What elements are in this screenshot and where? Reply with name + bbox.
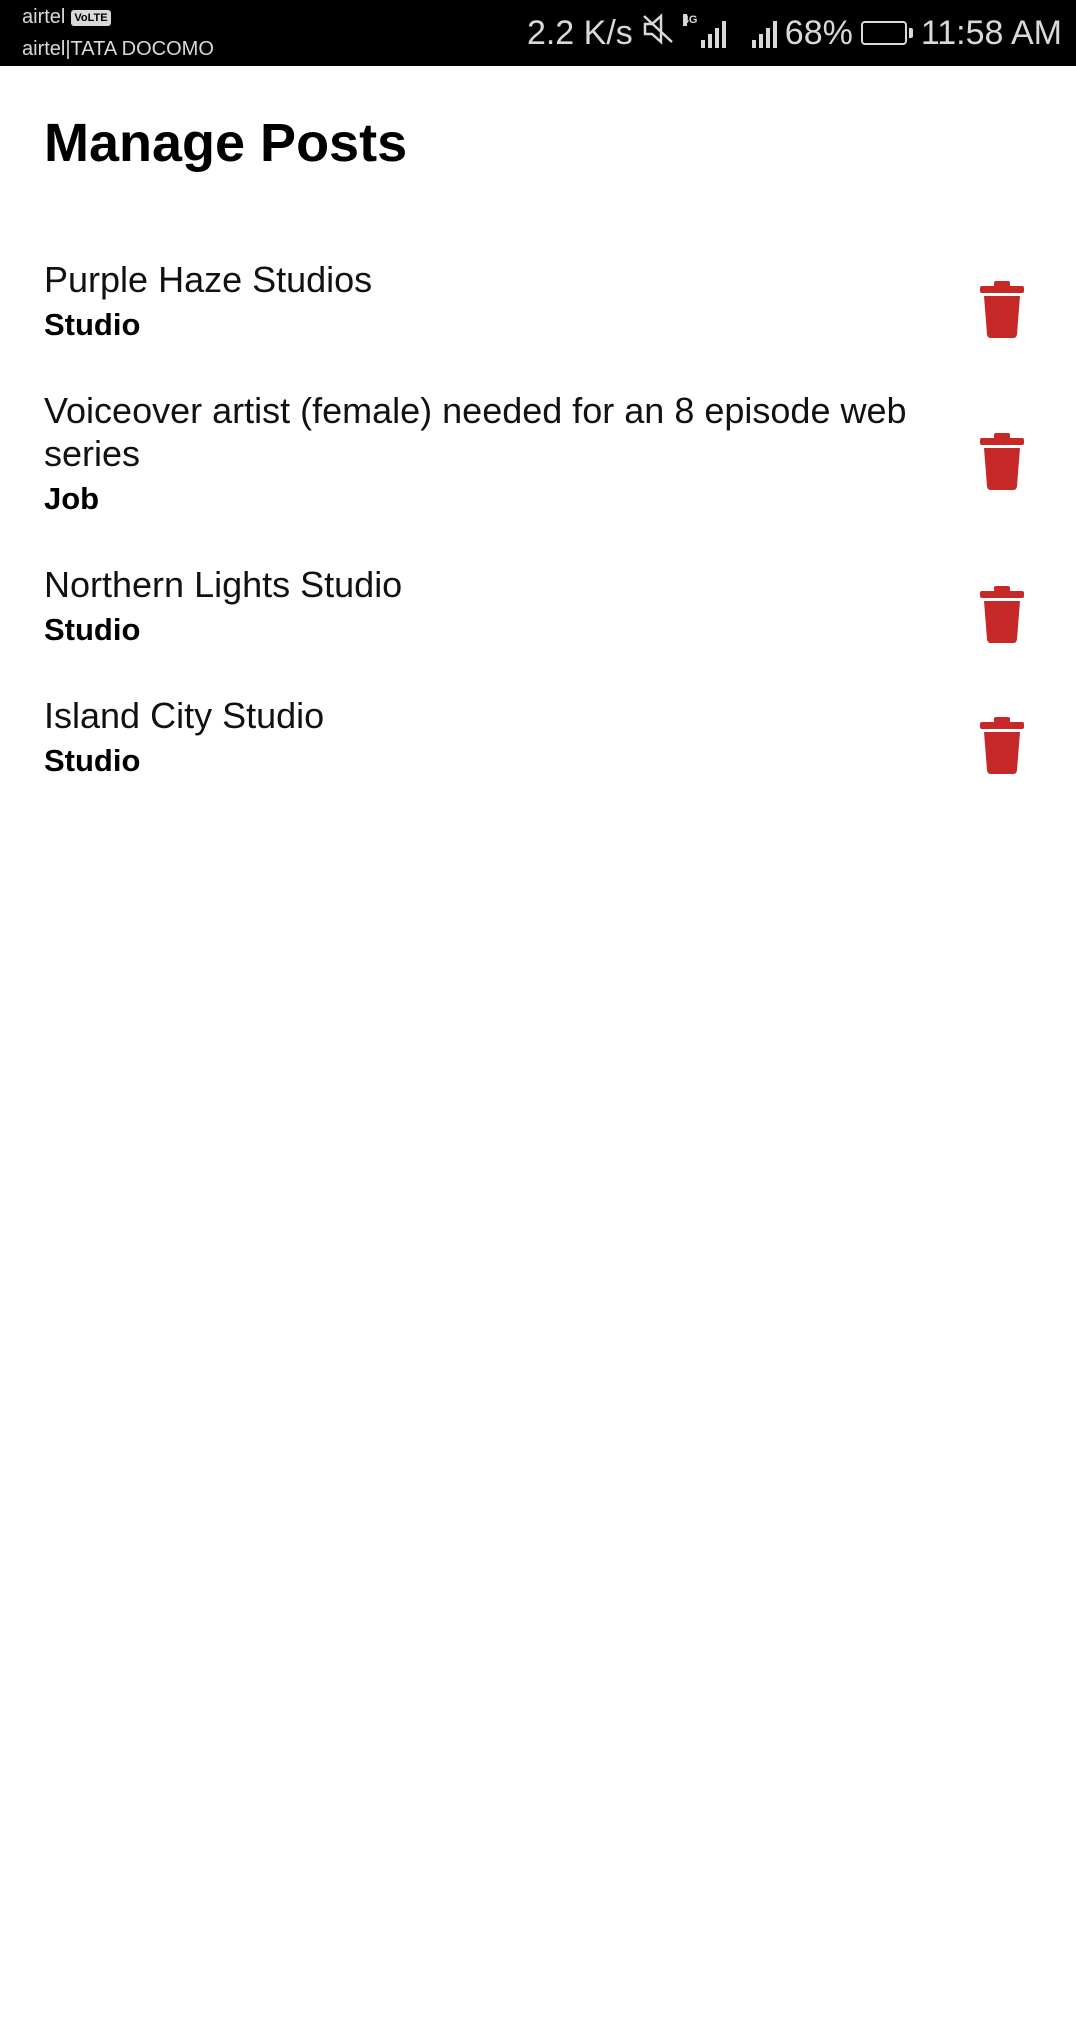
battery-percent: 68% bbox=[784, 13, 853, 52]
carrier-primary: airtel VoLTE bbox=[22, 6, 111, 29]
trash-icon bbox=[980, 433, 1024, 491]
post-list: Purple Haze Studios Studio Voiceover art… bbox=[0, 250, 1076, 817]
network-type: 4G bbox=[682, 14, 698, 26]
battery-icon bbox=[860, 21, 913, 45]
post-type: Studio bbox=[44, 743, 141, 778]
signal-icon bbox=[751, 18, 777, 48]
post-type: Job bbox=[44, 481, 100, 516]
delete-button[interactable] bbox=[978, 432, 1026, 491]
volte-badge: VoLTE bbox=[71, 9, 111, 26]
delete-button[interactable] bbox=[978, 280, 1026, 338]
mute-icon bbox=[641, 12, 675, 55]
post-item[interactable]: Island City Studio Studio bbox=[0, 686, 1076, 817]
status-indicators: 2.2 K/s 4G 68% 11:58 AM bbox=[527, 0, 1062, 66]
post-item[interactable]: Northern Lights Studio Studio bbox=[0, 555, 1076, 686]
carrier-secondary: airtel|TATA DOCOMO bbox=[22, 38, 214, 60]
post-type: Studio bbox=[44, 307, 141, 342]
post-title: Northern Lights Studio bbox=[44, 564, 403, 605]
post-title: Island City Studio bbox=[44, 695, 325, 736]
page-title: Manage Posts bbox=[44, 113, 408, 173]
trash-icon bbox=[980, 280, 1024, 338]
trash-icon bbox=[980, 585, 1024, 643]
post-item[interactable]: Purple Haze Studios Studio bbox=[0, 250, 1076, 381]
post-title: Voiceover artist (female) needed for an … bbox=[44, 390, 907, 474]
status-bar: airtel VoLTE airtel|TATA DOCOMO 2.2 K/s … bbox=[0, 0, 1076, 66]
post-type: Studio bbox=[44, 612, 141, 647]
trash-icon bbox=[980, 716, 1024, 774]
delete-button[interactable] bbox=[978, 716, 1026, 774]
post-item[interactable]: Voiceover artist (female) needed for an … bbox=[0, 381, 1076, 555]
network-speed: 2.2 K/s bbox=[526, 13, 633, 52]
signal-4g-icon: 4G bbox=[682, 14, 726, 48]
delete-button[interactable] bbox=[978, 585, 1026, 643]
post-title: Purple Haze Studios bbox=[44, 259, 373, 300]
clock: 11:58 AM bbox=[920, 13, 1062, 52]
carrier-primary-label: airtel bbox=[22, 6, 66, 28]
